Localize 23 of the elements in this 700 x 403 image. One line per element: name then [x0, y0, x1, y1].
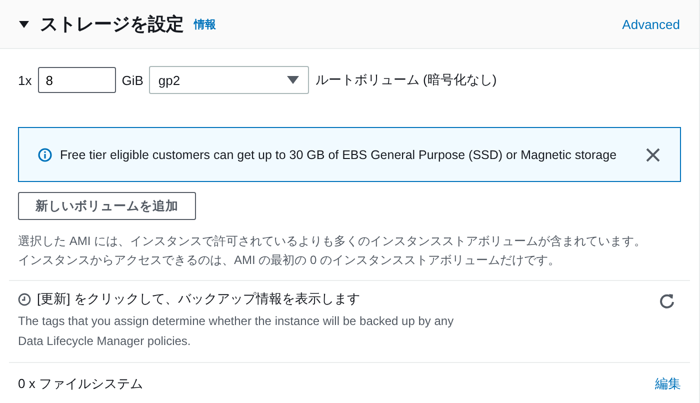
file-systems-label: 0 x ファイルシステム	[18, 375, 143, 393]
add-volume-button[interactable]: 新しいボリュームを追加	[18, 192, 196, 220]
clock-icon	[18, 292, 31, 306]
edit-link[interactable]: 編集	[655, 375, 681, 393]
advanced-link[interactable]: Advanced	[622, 16, 680, 32]
alert-message: Free tier eligible customers can get up to 30 GB of EBS General Purpose (SSD) or Magnetic storage	[60, 148, 618, 162]
notice-text: 選択した AMI には、インスタンスで許可されているよりも多くのインスタンスストアボリュームが含まれています。	[18, 233, 648, 250]
caret-down-icon	[287, 76, 300, 84]
info-icon	[38, 148, 52, 162]
backup-title: [更新] をクリックして、バックアップ情報を表示します	[37, 290, 360, 308]
section-title: ストレージを設定	[40, 13, 184, 36]
close-icon[interactable]	[646, 148, 660, 162]
unit-label: GiB	[122, 72, 144, 88]
volume-description: ルートボリューム (暗号化なし)	[315, 71, 497, 89]
size-field[interactable]: 8	[38, 67, 116, 93]
refresh-icon[interactable]	[659, 293, 675, 309]
caret-down-icon[interactable]	[18, 19, 30, 29]
backup-description: The tags that you assign determine whether the instance will be backed up by any	[18, 313, 454, 330]
notice-text: インスタンスからアクセスできるのは、AMI の最初の 0 のインスタンスストアボリュームだけです。	[18, 252, 562, 269]
info-link[interactable]: 情報	[194, 16, 216, 32]
volume-count: 1x	[18, 72, 32, 88]
backup-description: Data Lifecycle Manager policies.	[18, 333, 192, 350]
volume-type-dropdown[interactable]: gp2	[149, 66, 310, 94]
